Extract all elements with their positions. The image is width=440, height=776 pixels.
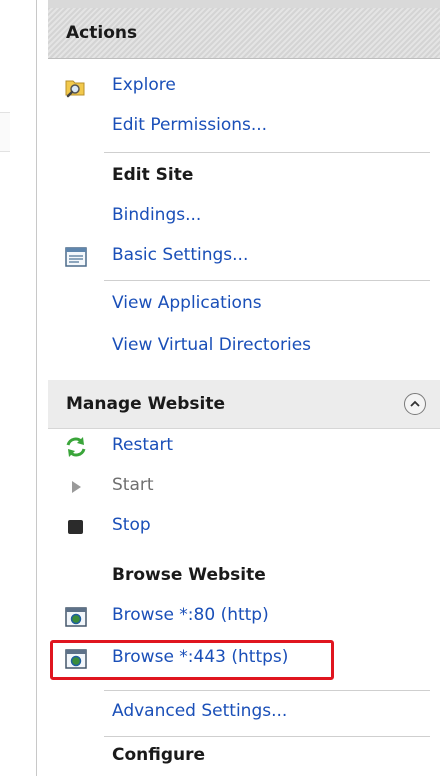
view-virtual-directories-action[interactable]: View Virtual Directories — [48, 332, 440, 362]
stop-action[interactable]: Stop — [48, 512, 440, 542]
separator — [104, 736, 430, 737]
stop-icon — [64, 515, 88, 539]
left-pane-edge-item — [0, 112, 10, 152]
stop-label: Stop — [112, 515, 151, 535]
actions-pane: Actions Explore Edit Permissions... Edit… — [48, 0, 440, 776]
chevron-up-icon[interactable] — [404, 393, 426, 415]
browse-website-heading: Browse Website — [48, 562, 440, 592]
browse-http-action[interactable]: Browse *:80 (http) — [48, 602, 440, 632]
view-applications-action[interactable]: View Applications — [48, 290, 440, 320]
advanced-settings-action[interactable]: Advanced Settings... — [48, 698, 440, 728]
pane-splitter[interactable] — [36, 0, 37, 776]
restart-label: Restart — [112, 435, 174, 455]
view-applications-label: View Applications — [112, 293, 262, 313]
left-pane — [0, 0, 40, 776]
separator — [104, 280, 430, 281]
folder-magnifier-icon — [64, 75, 88, 99]
settings-list-icon — [64, 245, 88, 269]
browse-http-label: Browse *:80 (http) — [112, 605, 269, 625]
edit-site-label: Edit Site — [112, 165, 194, 185]
start-action[interactable]: Start — [48, 472, 440, 502]
explore-label: Explore — [112, 75, 176, 95]
manage-website-header[interactable]: Manage Website — [48, 380, 440, 429]
actions-header: Actions — [48, 8, 440, 59]
browse-website-label: Browse Website — [112, 565, 266, 585]
highlight-box — [50, 640, 334, 680]
bindings-action[interactable]: Bindings... — [48, 202, 440, 232]
bindings-label: Bindings... — [112, 205, 202, 225]
explore-action[interactable]: Explore — [48, 72, 440, 102]
restart-action[interactable]: Restart — [48, 432, 440, 462]
edit-site-heading: Edit Site — [48, 162, 440, 192]
view-virtual-directories-label: View Virtual Directories — [112, 335, 312, 355]
manage-website-title: Manage Website — [66, 394, 226, 414]
edit-permissions-action[interactable]: Edit Permissions... — [48, 112, 440, 142]
play-icon — [64, 475, 88, 499]
start-label: Start — [112, 475, 154, 495]
configure-label: Configure — [112, 745, 206, 765]
edit-permissions-label: Edit Permissions... — [112, 115, 268, 135]
restart-arrows-icon — [64, 435, 88, 459]
configure-heading: Configure — [48, 742, 440, 772]
separator — [104, 690, 430, 691]
pane-top-border — [48, 0, 440, 8]
basic-settings-action[interactable]: Basic Settings... — [48, 242, 440, 272]
advanced-settings-label: Advanced Settings... — [112, 701, 288, 721]
actions-title: Actions — [66, 23, 138, 43]
browser-globe-icon — [64, 605, 88, 629]
separator — [104, 152, 430, 153]
basic-settings-label: Basic Settings... — [112, 245, 249, 265]
